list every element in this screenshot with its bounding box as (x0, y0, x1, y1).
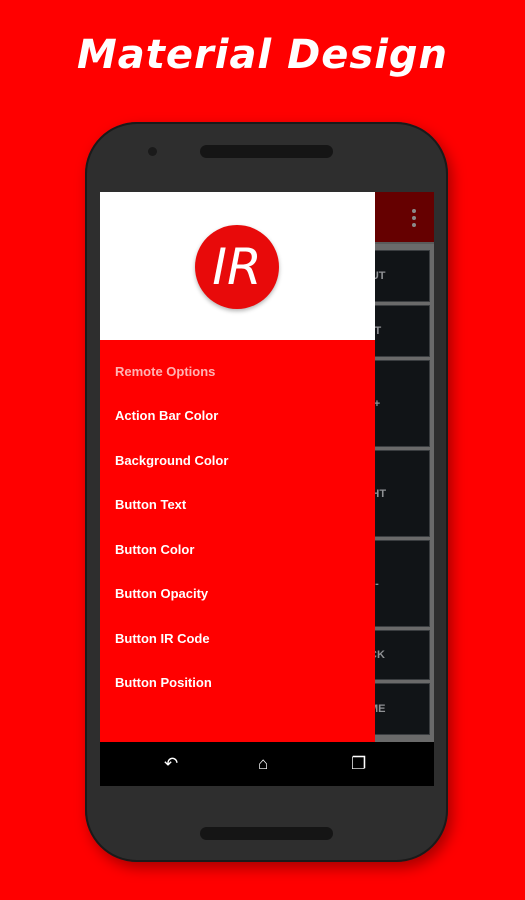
bottom-speaker (200, 827, 333, 840)
top-speaker (200, 145, 333, 158)
menu-item-button-text[interactable]: Button Text (115, 497, 186, 512)
drawer-header: IR (100, 192, 375, 340)
front-camera (148, 147, 157, 156)
navigation-drawer: IR Remote Options Action Bar Color Backg… (100, 192, 375, 742)
back-icon[interactable]: ↶ (164, 754, 178, 774)
app-logo: IR (195, 225, 279, 309)
section-remote-options: Remote Options (115, 364, 216, 379)
system-nav-bar: ↶ ⌂ ❐ (100, 742, 434, 786)
menu-item-button-color[interactable]: Button Color (115, 542, 194, 557)
menu-item-background-color[interactable]: Background Color (115, 453, 228, 468)
menu-item-button-ir-code[interactable]: Button IR Code (115, 631, 210, 646)
menu-item-button-position[interactable]: Button Position (115, 675, 212, 690)
recents-icon[interactable]: ❐ (351, 754, 366, 774)
screen: INPUT EXIT CH+ RIGHT CH- BACK HOME IR Re… (100, 192, 434, 786)
headline: Material Design (76, 32, 449, 78)
home-icon[interactable]: ⌂ (258, 754, 268, 774)
menu-item-action-bar-color[interactable]: Action Bar Color (115, 408, 218, 423)
menu-item-button-opacity[interactable]: Button Opacity (115, 586, 208, 601)
more-vert-icon[interactable] (412, 209, 416, 230)
